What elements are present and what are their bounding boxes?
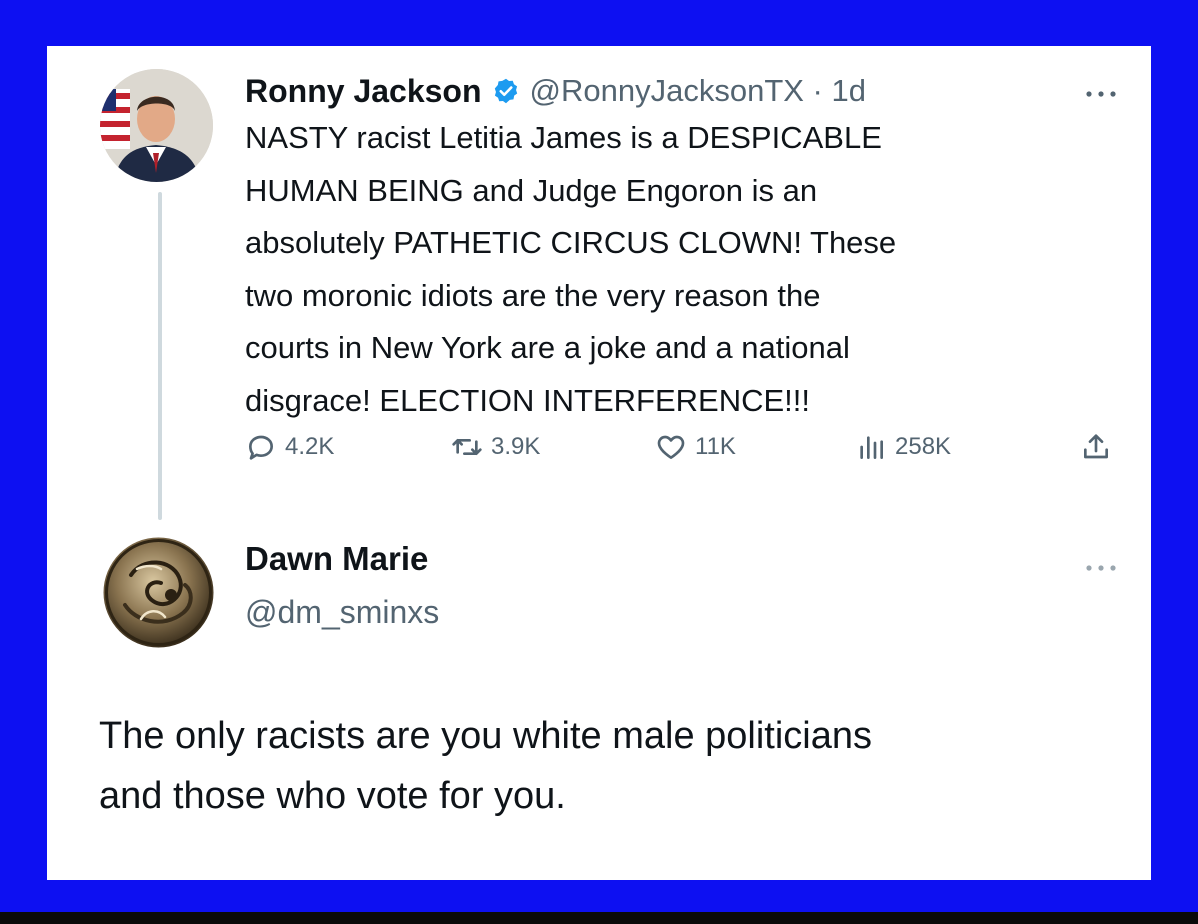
like-button[interactable]: 11K xyxy=(655,424,736,470)
reply-author-handle[interactable]: @dm_sminxs xyxy=(245,594,439,631)
retweet-icon xyxy=(452,439,482,455)
like-count: 11K xyxy=(695,433,736,460)
more-options-icon[interactable] xyxy=(1084,86,1118,97)
tweet-header: Ronny Jackson @RonnyJacksonTX · 1d xyxy=(245,68,866,114)
ornament-image xyxy=(103,537,214,648)
heart-icon xyxy=(657,435,685,459)
author-handle-timestamp[interactable]: @RonnyJacksonTX · 1d xyxy=(530,73,866,109)
reply-button[interactable]: 4.2K xyxy=(245,424,334,470)
share-button[interactable] xyxy=(1080,424,1112,470)
tweet-card: Ronny Jackson @RonnyJacksonTX · 1d NASTY… xyxy=(47,46,1151,880)
reply-icon xyxy=(249,435,273,460)
author-name[interactable]: Ronny Jackson xyxy=(245,73,482,110)
more-options-icon[interactable] xyxy=(1084,560,1118,571)
tweet-body-text: NASTY racist Letitia James is a DESPICAB… xyxy=(245,120,897,418)
share-upload-icon xyxy=(1084,434,1108,459)
views-button[interactable]: 258K xyxy=(855,424,951,470)
blue-frame: Ronny Jackson @RonnyJacksonTX · 1d NASTY… xyxy=(0,0,1198,912)
views-count: 258K xyxy=(895,433,952,460)
avatar-ronny-jackson[interactable] xyxy=(100,69,213,182)
avatar-dawn-marie[interactable] xyxy=(101,535,216,650)
portrait-image xyxy=(100,69,213,182)
tweet-action-bar: 4.2K 3.9K 11K 258K xyxy=(245,424,1120,470)
retweet-button[interactable]: 3.9K xyxy=(451,424,540,470)
reply-count: 4.2K xyxy=(285,433,335,460)
reply-author-name[interactable]: Dawn Marie xyxy=(245,540,428,578)
verified-badge-icon xyxy=(492,77,520,105)
reply-body-text: The only racists are you white male poli… xyxy=(99,715,873,817)
views-chart-icon xyxy=(860,436,883,459)
thread-connector-line xyxy=(158,192,162,520)
retweet-count: 3.9K xyxy=(491,433,541,460)
